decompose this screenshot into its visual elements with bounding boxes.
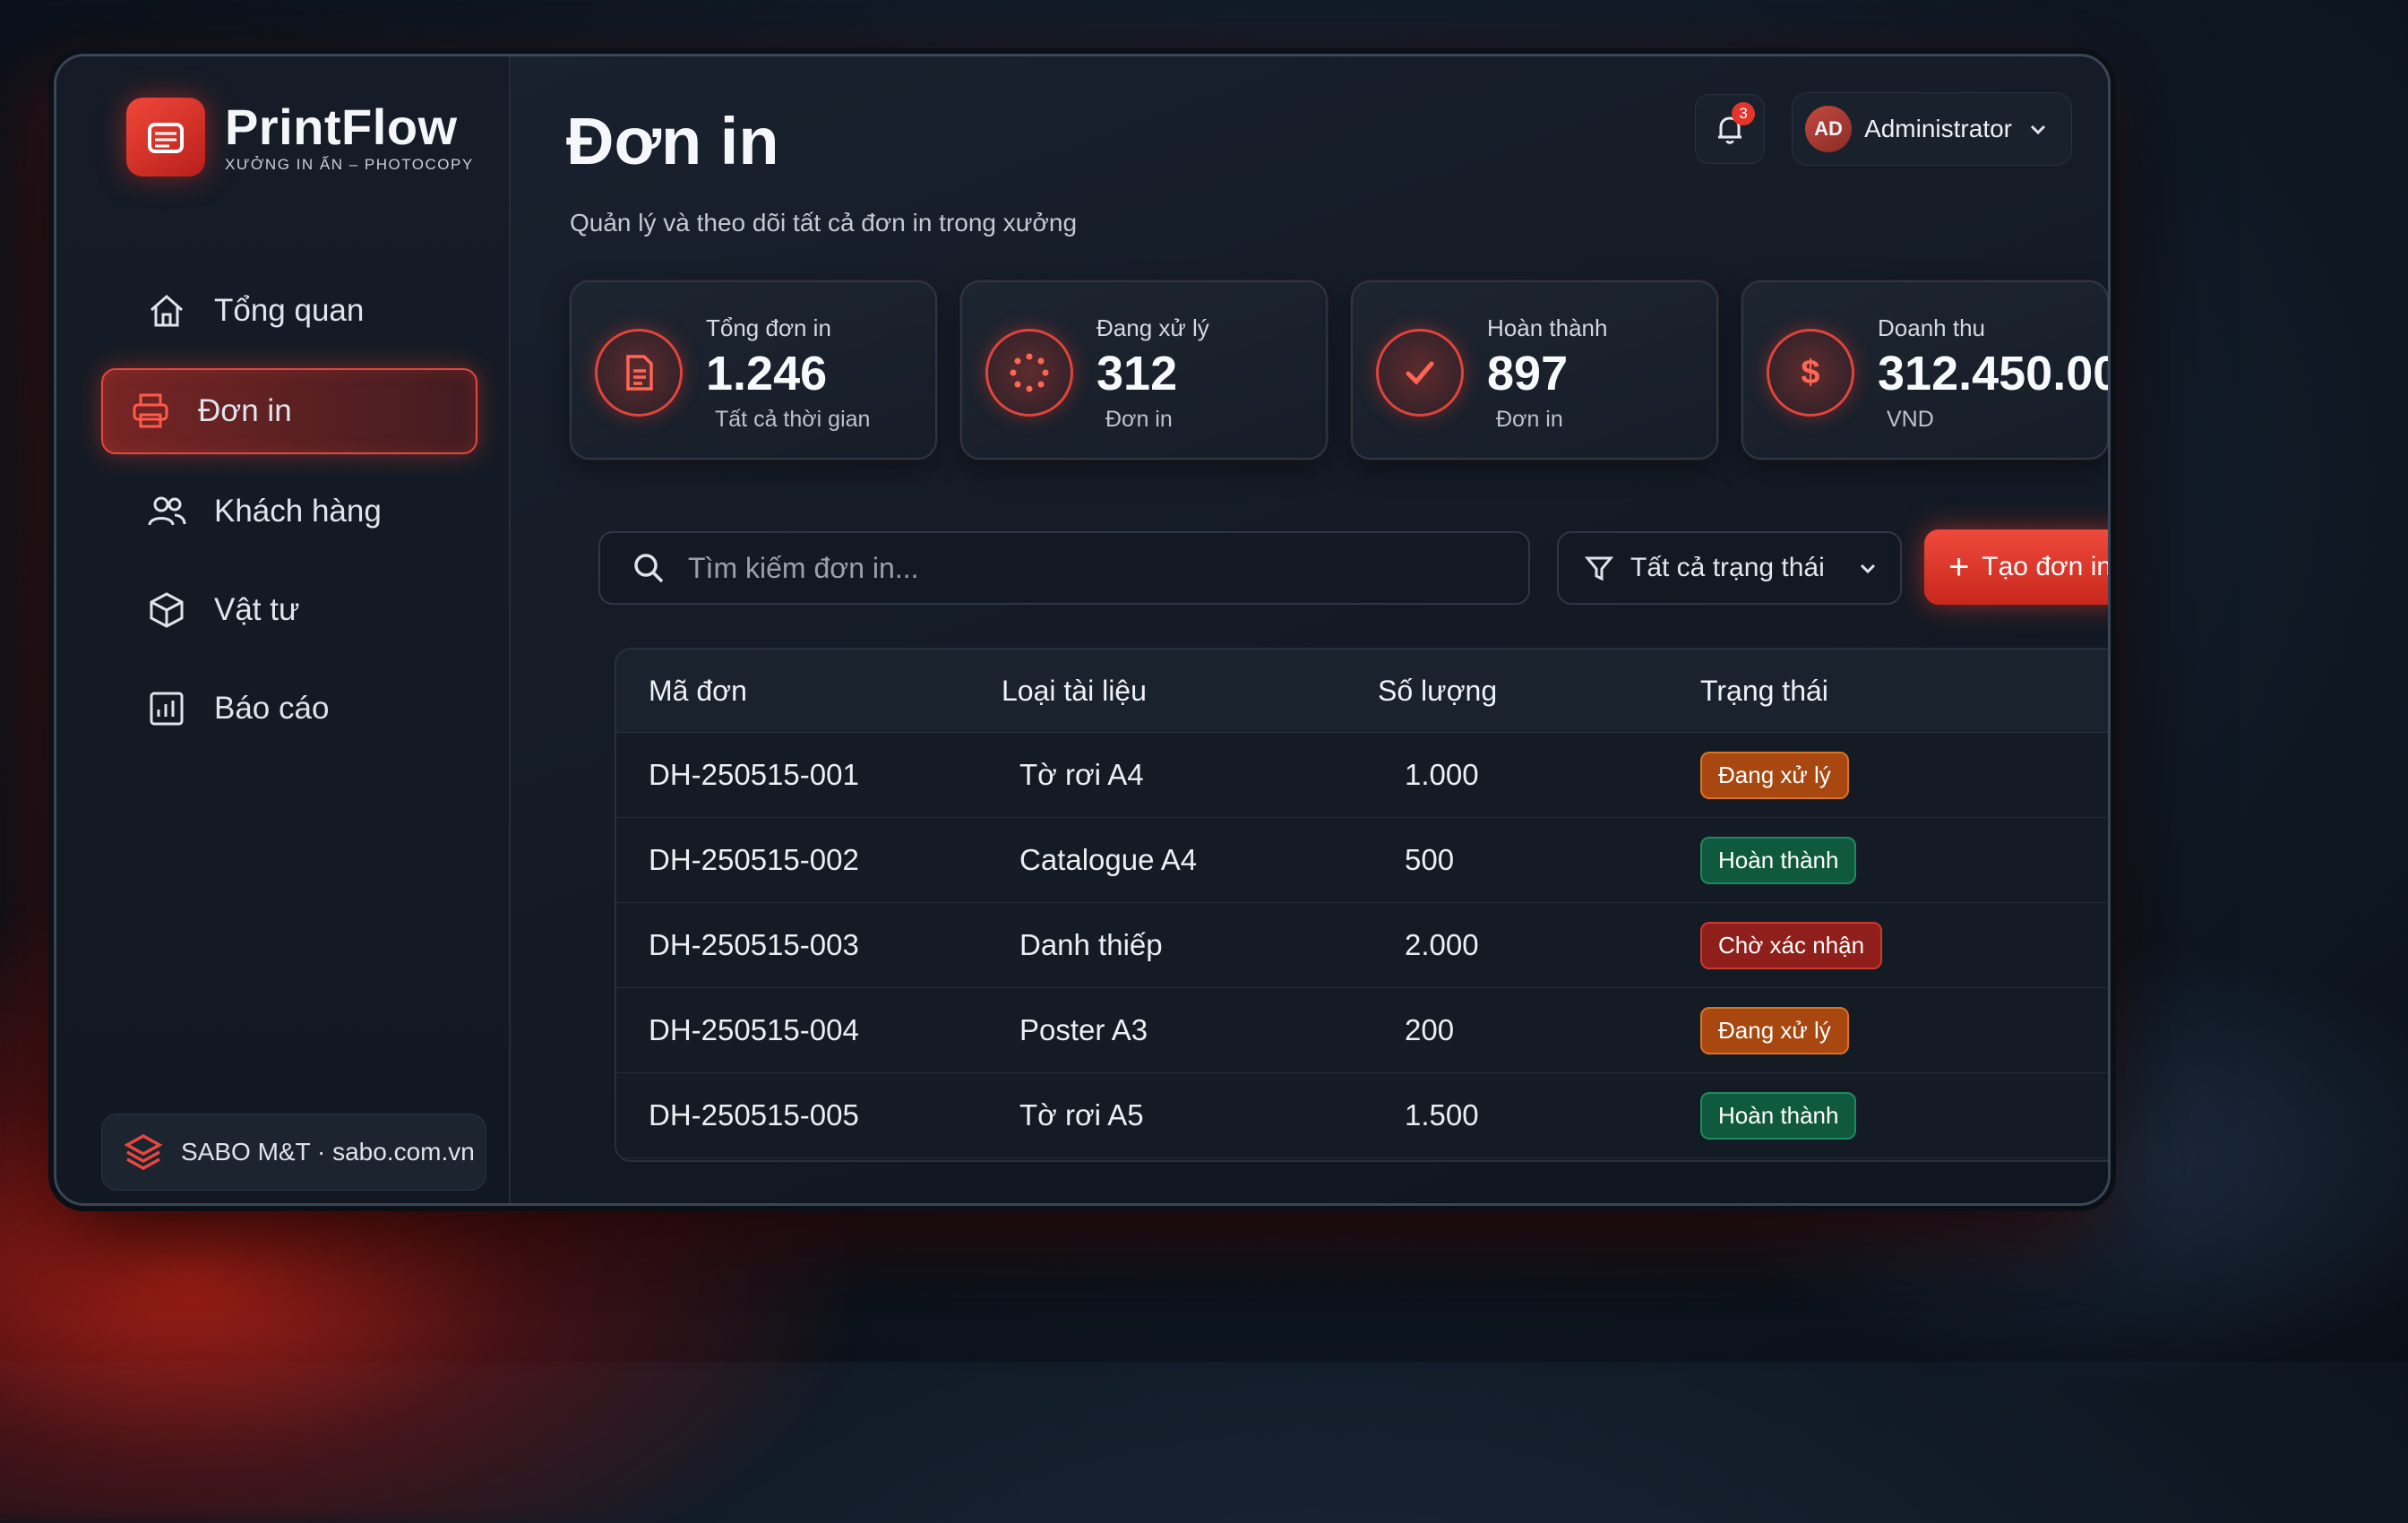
stat-card-completed[interactable]: Hoàn thành 897 Đơn in — [1351, 280, 1718, 460]
document-type: Tờ rơi A5 — [1019, 1098, 1144, 1131]
document-type: Catalogue A4 — [1019, 843, 1198, 876]
printflow-logo-icon — [126, 98, 205, 176]
main-content: Đơn in Quản lý và theo dõi tất cả đơn in… — [509, 56, 2108, 1203]
filter-label: Tất cả trạng thái — [1630, 553, 1825, 582]
page-subtitle: Quản lý và theo dõi tất cả đơn in trong … — [570, 209, 1078, 237]
table-row[interactable]: DH-250515-005 Tờ rơi A5 1.500 Hoàn thành — [616, 1073, 2108, 1158]
brand-name: PrintFlow — [225, 99, 458, 155]
status-badge: Đang xử lý — [1700, 751, 1849, 799]
order-code: DH-250515-002 — [649, 843, 859, 876]
create-order-button[interactable]: + Tạo đơn in — [1924, 529, 2111, 605]
svg-text:$: $ — [1801, 354, 1819, 392]
document-type: Tờ rơi A4 — [1019, 758, 1144, 791]
order-code: DH-250515-001 — [649, 758, 859, 791]
stat-note: Tất cả thời gian — [715, 407, 871, 432]
sidebar-item-reports[interactable]: Báo cáo — [101, 667, 477, 750]
sidebar-item-label: Đơn in — [198, 393, 292, 428]
chevron-down-icon — [2030, 125, 2046, 135]
top-right-controls: 3 AD Administrator — [1695, 92, 2072, 166]
user-menu[interactable]: AD Administrator — [1792, 92, 2072, 166]
table-row[interactable]: DH-250515-002 Catalogue A4 500 Hoàn thàn… — [616, 818, 2108, 903]
sidebar-footer[interactable]: SABO M&T · sabo.com.vn — [101, 1114, 486, 1191]
document-type: Poster A3 — [1019, 1013, 1148, 1046]
user-name: Administrator — [1864, 115, 2012, 142]
printer-icon — [133, 393, 168, 428]
filter-icon — [1584, 556, 1614, 581]
stat-value: 1.246 — [706, 347, 828, 400]
quantity: 1.500 — [1405, 1098, 1479, 1131]
sidebar-item-materials[interactable]: Vật tư — [101, 569, 477, 651]
quantity: 500 — [1405, 843, 1455, 876]
sidebar-item-overview[interactable]: Tổng quan — [101, 270, 477, 352]
quantity: 2.000 — [1405, 928, 1479, 961]
status-badge: Chờ xác nhận — [1700, 921, 1883, 969]
column-header-status[interactable]: Trạng thái — [1700, 675, 2094, 708]
stat-value: 312.450.000 — [1878, 347, 2108, 400]
stat-label: Doanh thu — [1878, 314, 1985, 341]
status-badge: Hoàn thành — [1700, 1091, 1857, 1140]
avatar: AD — [1805, 106, 1853, 152]
chevron-down-icon — [1860, 564, 1876, 574]
notification-count-badge: 3 — [1732, 102, 1756, 125]
users-icon — [148, 496, 186, 526]
table-row[interactable]: DH-250515-003 Danh thiếp 2.000 Chờ xác n… — [616, 903, 2108, 988]
stat-card-revenue[interactable]: $ Doanh thu 312.450.000 VND — [1742, 280, 2108, 460]
stat-label: Hoàn thành — [1487, 314, 1608, 341]
layers-icon — [124, 1133, 163, 1171]
stat-note: Đơn in — [1105, 407, 1173, 432]
column-header-code[interactable]: Mã đơn — [616, 675, 1002, 708]
search-icon — [634, 554, 664, 583]
quantity: 200 — [1405, 1013, 1455, 1046]
sidebar-item-label: Báo cáo — [214, 691, 330, 726]
sidebar-item-customers[interactable]: Khách hàng — [101, 470, 477, 553]
order-code: DH-250515-004 — [649, 1013, 859, 1046]
chart-icon — [150, 692, 184, 726]
check-icon — [1376, 329, 1464, 417]
home-icon — [150, 294, 183, 327]
stat-value: 897 — [1487, 347, 1569, 400]
quantity: 1.000 — [1405, 758, 1479, 791]
order-code: DH-250515-005 — [649, 1098, 859, 1131]
loading-icon — [985, 329, 1073, 417]
app-window: PrintFlow XƯỞNG IN ẤN – PHOTOCOPY Tổng q… — [54, 54, 2111, 1206]
sidebar-item-orders[interactable]: Đơn in — [101, 368, 477, 454]
column-header-type[interactable]: Loại tài liệu — [1002, 675, 1378, 708]
table-row[interactable]: DH-250515-004 Poster A3 200 Đang xử lý — [616, 988, 2108, 1073]
stat-label: Tổng đơn in — [706, 314, 831, 341]
orders-table: Mã đơn Loại tài liệu Số lượng Trạng thái… — [615, 648, 2108, 1162]
stat-value: 312 — [1096, 347, 1178, 400]
stat-card-total[interactable]: Tổng đơn in 1.246 Tất cả thời gian — [570, 280, 937, 460]
column-header-quantity[interactable]: Số lượng — [1378, 675, 1700, 708]
sidebar-item-label: Khách hàng — [214, 494, 382, 529]
stats-row: Tổng đơn in 1.246 Tất cả thời gian Đang … — [570, 280, 2108, 460]
brand-subtitle: XƯỞNG IN ẤN – PHOTOCOPY — [225, 156, 474, 173]
status-badge: Hoàn thành — [1700, 836, 1857, 884]
table-header: Mã đơn Loại tài liệu Số lượng Trạng thái — [616, 650, 2108, 733]
box-icon — [150, 592, 184, 628]
dollar-icon: $ — [1767, 329, 1854, 417]
page-title: Đơn in — [566, 104, 779, 178]
sidebar: PrintFlow XƯỞNG IN ẤN – PHOTOCOPY Tổng q… — [56, 56, 511, 1203]
stat-card-processing[interactable]: Đang xử lý 312 Đơn in — [960, 280, 1328, 460]
status-badge: Đang xử lý — [1700, 1006, 1849, 1054]
footer-text: SABO M&T · sabo.com.vn — [181, 1138, 475, 1166]
notification-button[interactable]: 3 — [1695, 94, 1766, 164]
table-row[interactable]: DH-250515-001 Tờ rơi A4 1.000 Đang xử lý — [616, 733, 2108, 818]
search-input[interactable]: Tìm kiếm đơn in... — [598, 531, 1530, 605]
create-order-label: Tạo đơn in — [1982, 552, 2111, 581]
search-placeholder: Tìm kiếm đơn in... — [688, 551, 919, 584]
stat-note: VND — [1887, 407, 1934, 432]
plus-icon: + — [1948, 547, 1970, 587]
stat-label: Đang xử lý — [1096, 314, 1209, 341]
brand[interactable]: PrintFlow XƯỞNG IN ẤN – PHOTOCOPY — [126, 98, 474, 176]
order-code: DH-250515-003 — [649, 928, 859, 961]
sidebar-item-label: Tổng quan — [214, 293, 365, 328]
status-filter-select[interactable]: Tất cả trạng thái — [1557, 531, 1902, 605]
document-type: Danh thiếp — [1019, 928, 1163, 961]
sidebar-item-label: Vật tư — [214, 592, 300, 627]
stat-note: Đơn in — [1496, 407, 1563, 432]
sidebar-nav: Tổng quan Đơn in Khách hàng Vật tư Báo c… — [101, 270, 477, 766]
document-icon — [595, 329, 683, 417]
